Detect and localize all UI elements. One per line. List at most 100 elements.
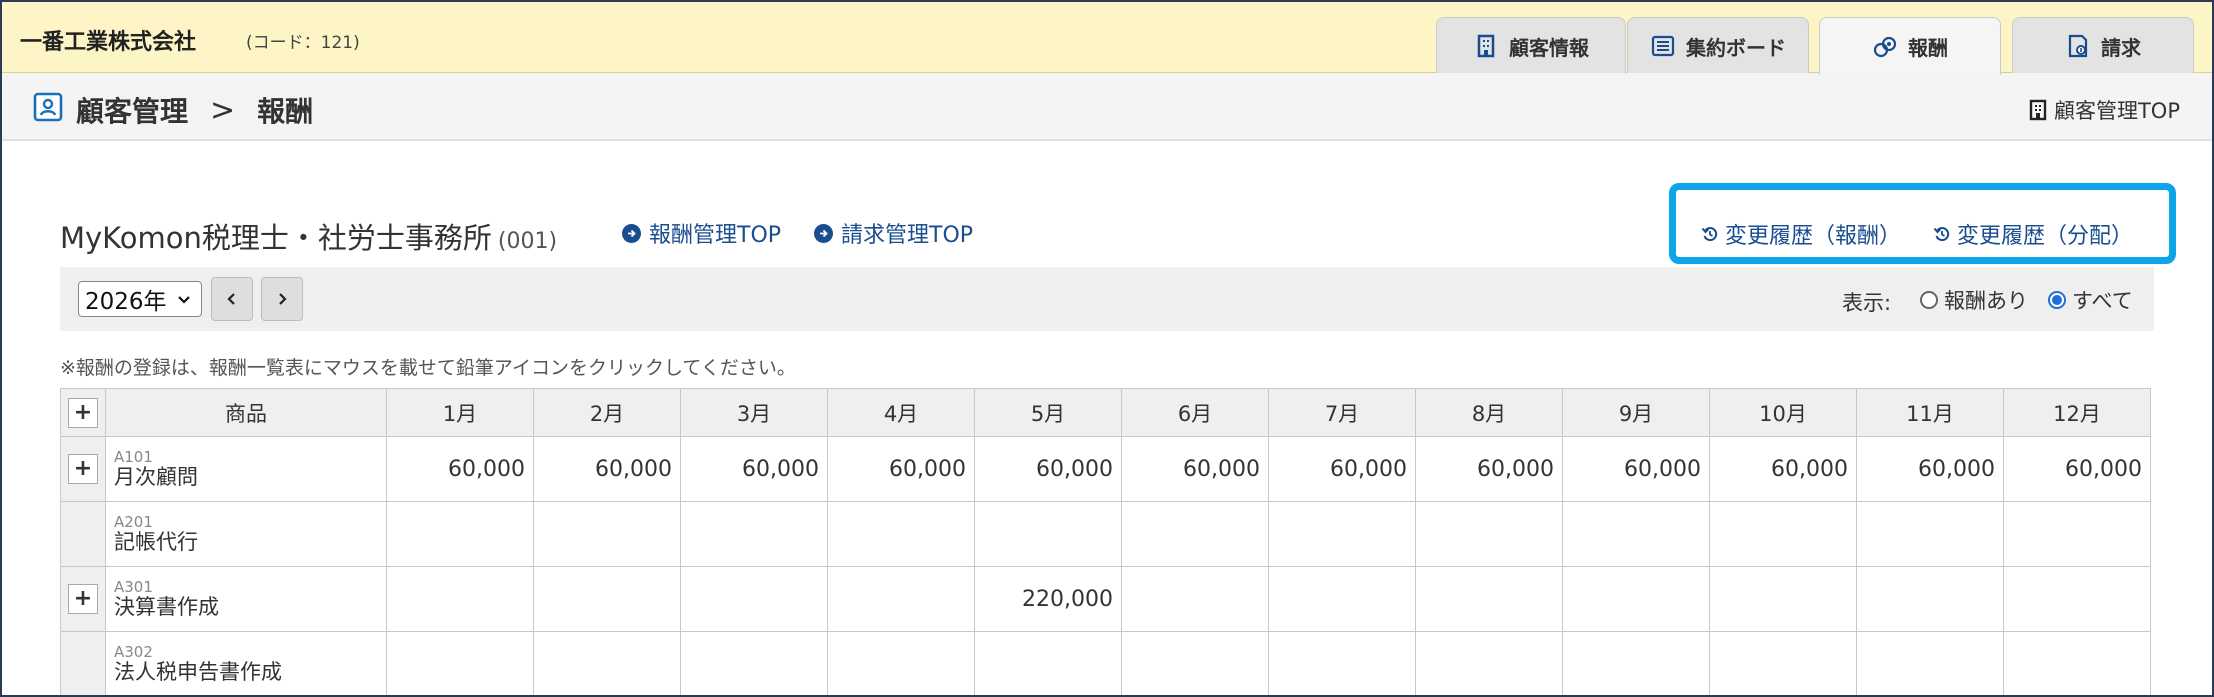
expand-all-button[interactable]: + [68, 397, 98, 428]
top-header: 一番工業株式会社 (コード：121) 顧客情報 集約ボード 報酬 請求 [2, 2, 2212, 75]
month-header: 11月 [1856, 388, 2004, 437]
fee-cell[interactable]: 60,000 [827, 436, 975, 502]
fee-cell[interactable]: 60,000 [386, 436, 534, 502]
expand-all-header: + [60, 388, 106, 437]
fee-cell[interactable]: 60,000 [1415, 436, 1563, 502]
prev-year-button[interactable] [211, 277, 253, 321]
product-code: A101 [114, 448, 153, 467]
customer-top-link[interactable]: 顧客管理TOP [2028, 95, 2180, 125]
fee-cell[interactable] [1121, 631, 1269, 695]
product-code: A301 [114, 578, 153, 597]
arrow-right-circle-icon [622, 223, 641, 243]
fee-cell[interactable] [1856, 501, 2004, 567]
filter-bar: 2026年 表示: 報酬あり すべて [60, 267, 2154, 331]
fee-cell[interactable] [1709, 501, 1857, 567]
fee-cell[interactable] [827, 631, 975, 695]
month-header: 5月 [974, 388, 1122, 437]
fee-cell[interactable]: 60,000 [1709, 436, 1857, 502]
fee-cell[interactable]: 60,000 [1121, 436, 1269, 502]
expand-row-button[interactable]: + [68, 454, 98, 484]
fee-management-top-link[interactable]: 報酬管理TOP [622, 217, 781, 249]
tab-label: 集約ボード [1686, 35, 1786, 60]
month-header: 3月 [680, 388, 828, 437]
fee-cell[interactable] [386, 501, 534, 567]
fee-cell[interactable] [1121, 501, 1269, 567]
fee-cell[interactable] [1268, 631, 1416, 695]
fee-cell[interactable] [1268, 501, 1416, 567]
radio-button[interactable] [2048, 291, 2066, 309]
fee-cell[interactable]: 60,000 [974, 436, 1122, 502]
fee-cell[interactable]: 60,000 [1268, 436, 1416, 502]
expand-cell: + [60, 436, 106, 502]
fee-cell[interactable] [680, 501, 828, 567]
fee-cell[interactable] [1856, 566, 2004, 632]
fee-cell[interactable] [2003, 566, 2151, 632]
fee-cell[interactable]: 220,000 [974, 566, 1122, 632]
building-icon [1477, 34, 1495, 58]
product-info: A201 記帳代行 [106, 514, 386, 554]
fee-cell[interactable] [386, 566, 534, 632]
expand-row-button[interactable]: + [68, 584, 98, 614]
billing-management-top-link[interactable]: 請求管理TOP [814, 217, 973, 249]
fee-cell[interactable] [1121, 566, 1269, 632]
fee-cell[interactable] [2003, 501, 2151, 567]
fee-cell[interactable] [1415, 566, 1563, 632]
fee-cell[interactable] [1415, 631, 1563, 695]
expand-cell: + [60, 566, 106, 632]
radio-fees-only[interactable]: 報酬あり [1920, 285, 2028, 315]
fee-cell[interactable] [1709, 566, 1857, 632]
fee-cell[interactable]: 60,000 [1856, 436, 2004, 502]
fee-cell[interactable] [680, 631, 828, 695]
radio-button[interactable] [1920, 291, 1938, 309]
fee-cell[interactable] [1562, 501, 1710, 567]
fee-cell[interactable] [1562, 566, 1710, 632]
link-label: 報酬管理TOP [649, 223, 782, 248]
month-header: 12月 [2003, 388, 2151, 437]
month-header: 1月 [386, 388, 534, 437]
fee-history-link[interactable]: 変更履歴（報酬） [1701, 218, 1901, 250]
chevron-right-icon [279, 293, 287, 305]
fee-coins-icon [1873, 36, 1897, 57]
fee-cell[interactable] [533, 566, 681, 632]
history-icon [1933, 227, 1950, 242]
fee-cell[interactable] [827, 501, 975, 567]
fee-cell[interactable] [2003, 631, 2151, 695]
fee-cell[interactable] [386, 631, 534, 695]
fee-cell[interactable]: 60,000 [2003, 436, 2151, 502]
fee-cell[interactable] [1856, 631, 2004, 695]
product-name: 決算書作成 [114, 594, 219, 619]
tab-fees[interactable]: 報酬 [1819, 17, 2001, 75]
year-select[interactable]: 2026年 [78, 281, 202, 317]
distribution-history-link[interactable]: 変更履歴（分配） [1933, 218, 2133, 250]
fee-cell[interactable] [1268, 566, 1416, 632]
fee-cell[interactable] [680, 566, 828, 632]
product-cell: A101 月次顧問 [105, 436, 387, 502]
month-header: 10月 [1709, 388, 1857, 437]
year-value: 2026年 [85, 289, 167, 315]
tab-customer-info[interactable]: 顧客情報 [1436, 17, 1626, 74]
month-header: 2月 [533, 388, 681, 437]
fee-cell[interactable] [533, 501, 681, 567]
fee-cell[interactable] [533, 631, 681, 695]
product-name: 月次顧問 [114, 464, 198, 489]
building-icon [2029, 99, 2047, 121]
radio-all[interactable]: すべて [2048, 285, 2133, 315]
fee-cell[interactable]: 60,000 [533, 436, 681, 502]
table-row: + A301 決算書作成 220,000 [60, 566, 2151, 632]
fee-cell[interactable] [1709, 631, 1857, 695]
link-label: 変更履歴（分配） [1957, 224, 2134, 249]
fee-cell[interactable] [974, 501, 1122, 567]
fee-cell[interactable] [827, 566, 975, 632]
fee-cell[interactable]: 60,000 [1562, 436, 1710, 502]
tab-billing[interactable]: 請求 [2012, 17, 2194, 74]
tab-summary-board[interactable]: 集約ボード [1627, 17, 1809, 74]
fee-cell[interactable] [974, 631, 1122, 695]
fee-cell[interactable]: 60,000 [680, 436, 828, 502]
month-header: 6月 [1121, 388, 1269, 437]
fee-cell[interactable] [1415, 501, 1563, 567]
breadcrumb-root[interactable]: 顧客管理 [76, 90, 188, 130]
company-code: (コード：121) [246, 33, 360, 53]
fee-cell[interactable] [1562, 631, 1710, 695]
next-year-button[interactable] [261, 277, 303, 321]
chevron-left-icon [227, 293, 235, 305]
